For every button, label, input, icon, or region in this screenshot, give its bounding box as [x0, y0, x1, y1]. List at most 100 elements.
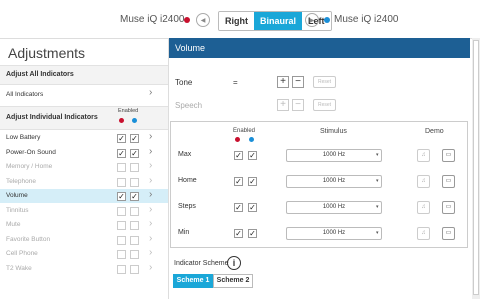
demo-sound-icon[interactable]: ♫	[417, 175, 430, 188]
enabled-column-label: Enabled	[118, 108, 139, 114]
scheme-1-button[interactable]: Scheme 1	[173, 274, 213, 288]
row-right-checkbox[interactable]: ✓	[248, 151, 257, 160]
stimulus-value: 1000 Hz	[322, 230, 346, 236]
left-enabled-checkbox[interactable]: ✓	[117, 148, 126, 158]
indicator-label: Mute	[6, 221, 21, 228]
chevron-right-icon[interactable]: ›	[149, 160, 152, 171]
info-icon[interactable]: i	[227, 256, 241, 270]
tone-value: =	[233, 78, 238, 87]
tone-reset-button[interactable]: Reset	[313, 76, 336, 88]
indicator-label: Tinnitus	[6, 206, 29, 214]
stimulus-header: Stimulus	[320, 128, 347, 135]
chevron-right-icon[interactable]: ›	[149, 218, 152, 229]
demo-monitor-icon[interactable]: ▭	[442, 201, 455, 214]
scheme-2-button[interactable]: Scheme 2	[213, 274, 253, 288]
left-enabled-checkbox	[117, 206, 126, 216]
demo-sound-icon[interactable]: ♫	[417, 149, 430, 162]
indicator-label: Cell Phone	[6, 250, 38, 257]
tone-minus-button[interactable]: −	[292, 76, 304, 88]
indicator-label: Telephone	[6, 177, 36, 185]
all-indicators-item[interactable]: All Indicators	[0, 87, 168, 103]
chevron-right-icon[interactable]: ›	[149, 175, 152, 186]
indicator-item[interactable]: Tinnitus	[0, 204, 168, 218]
stimulus-select[interactable]: 1000 Hz	[286, 175, 382, 188]
stimulus-select[interactable]: 1000 Hz	[286, 149, 382, 162]
row-right-checkbox[interactable]: ✓	[248, 203, 257, 212]
stimulus-row-label: Max	[178, 151, 192, 158]
left-enabled-checkbox	[117, 250, 126, 259]
chevron-right-icon[interactable]: ›	[149, 131, 152, 142]
right-enabled-checkbox	[130, 206, 139, 216]
indicator-item[interactable]: Cell Phone	[0, 247, 168, 261]
indicator-item[interactable]: Telephone	[0, 175, 168, 189]
stimulus-select[interactable]: 1000 Hz	[286, 201, 382, 214]
adjust-individual-section: Adjust Individual Indicators	[0, 106, 168, 130]
chevron-right-icon[interactable]: ›	[149, 247, 152, 258]
chevron-right-icon[interactable]: ›	[149, 87, 152, 98]
tone-plus-button[interactable]: +	[277, 76, 289, 88]
row-left-checkbox[interactable]: ✓	[234, 151, 243, 160]
caret-down-icon: ▾	[376, 178, 379, 184]
demo-sound-icon[interactable]: ♫	[417, 201, 430, 214]
stimulus-row-label: Steps	[178, 203, 196, 210]
row-left-checkbox[interactable]: ✓	[234, 203, 243, 212]
right-enabled-checkbox	[130, 250, 139, 259]
right-enabled-dot	[132, 118, 137, 123]
row-left-checkbox[interactable]: ✓	[234, 229, 243, 238]
speech-minus-button[interactable]: −	[292, 99, 304, 111]
indicator-item[interactable]: Volume	[0, 189, 168, 203]
left-enabled-checkbox[interactable]: ✓	[117, 192, 126, 201]
indicator-item[interactable]: T2 Wake	[0, 262, 168, 276]
stimulus-select[interactable]: 1000 Hz	[286, 227, 382, 240]
demo-sound-icon[interactable]: ♫	[417, 227, 430, 240]
indicator-label: Power-On Sound	[6, 148, 56, 156]
speech-reset-button[interactable]: Reset	[313, 99, 336, 111]
chevron-right-icon[interactable]: ›	[149, 233, 152, 244]
demo-monitor-icon[interactable]: ▭	[442, 175, 455, 188]
demo-monitor-icon[interactable]: ▭	[442, 227, 455, 240]
indicator-label: Low Battery	[6, 134, 41, 141]
tone-label: Tone	[175, 78, 193, 87]
chevron-right-icon[interactable]: ›	[149, 146, 152, 157]
binaural-segment[interactable]: Binaural	[254, 12, 303, 30]
adjust-individual-label: Adjust Individual Indicators	[6, 114, 98, 121]
right-enabled-checkbox	[130, 264, 139, 274]
caret-down-icon: ▾	[376, 204, 379, 210]
chevron-right-icon[interactable]: ›	[149, 204, 152, 215]
right-ear-dot	[324, 17, 330, 23]
caret-down-icon: ▾	[376, 152, 379, 158]
row-right-checkbox[interactable]: ✓	[248, 229, 257, 238]
row-left-checkbox[interactable]: ✓	[234, 177, 243, 186]
left-speaker-icon[interactable]: ◀	[196, 13, 210, 27]
right-enabled-checkbox	[130, 163, 139, 172]
scrollbar-thumb[interactable]	[473, 40, 479, 295]
indicator-item[interactable]: Mute	[0, 218, 168, 232]
indicator-item[interactable]: Low Battery	[0, 131, 168, 145]
stimulus-row-label: Home	[178, 177, 197, 184]
indicator-item[interactable]: Power-On Sound	[0, 146, 168, 160]
caret-down-icon: ▾	[376, 230, 379, 236]
chevron-right-icon[interactable]: ›	[149, 189, 152, 200]
adjust-all-section: Adjust All Indicators	[0, 65, 168, 85]
right-enabled-checkbox	[130, 177, 139, 187]
right-enabled-checkbox[interactable]: ✓	[130, 134, 139, 143]
left-enabled-checkbox	[117, 221, 126, 230]
left-enabled-checkbox[interactable]: ✓	[117, 134, 126, 143]
left-enabled-dot	[119, 118, 124, 123]
demo-monitor-icon[interactable]: ▭	[442, 149, 455, 162]
row-right-checkbox[interactable]: ✓	[248, 177, 257, 186]
right-device-name: Muse iQ i2400	[334, 14, 399, 25]
stimulus-row-label: Min	[178, 229, 190, 236]
right-enabled-checkbox[interactable]: ✓	[130, 192, 139, 201]
right-speaker-icon[interactable]: ▶	[305, 13, 319, 27]
chevron-right-icon[interactable]: ›	[149, 262, 152, 273]
table-right-dot	[249, 137, 254, 142]
indicator-item[interactable]: Favorite Button	[0, 233, 168, 247]
indicator-item[interactable]: Memory / Home	[0, 160, 168, 174]
stimulus-value: 1000 Hz	[322, 152, 346, 158]
all-indicators-label: All Indicators	[6, 91, 44, 98]
enabled-header: Enabled	[233, 128, 256, 134]
right-enabled-checkbox[interactable]: ✓	[130, 148, 139, 158]
right-segment[interactable]: Right	[219, 12, 254, 30]
speech-plus-button[interactable]: +	[277, 99, 289, 111]
